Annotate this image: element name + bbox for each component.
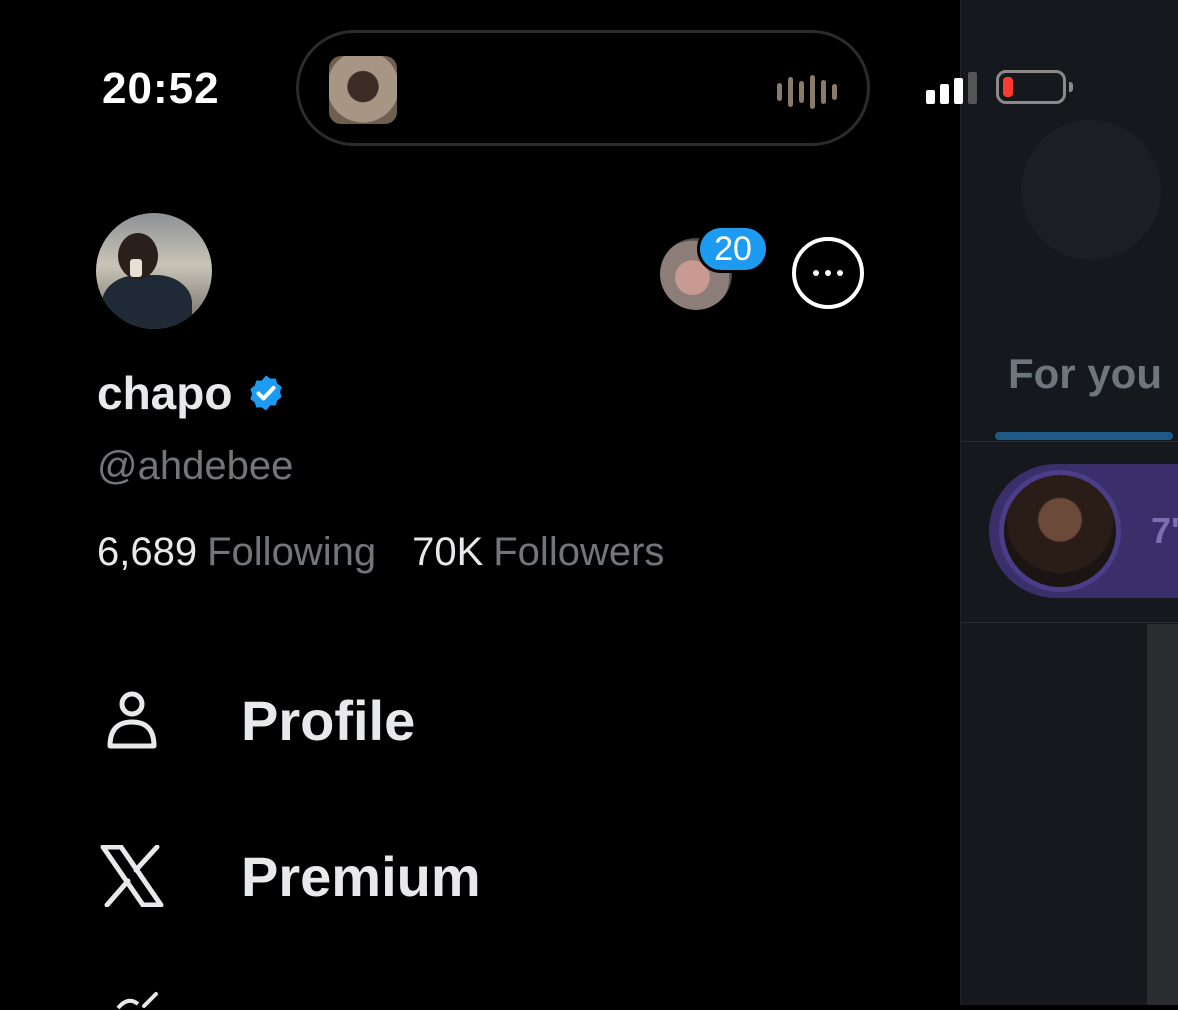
menu-item-label: Premium	[241, 844, 481, 908]
menu-item-label: Profile	[241, 688, 416, 752]
space-host-avatar[interactable]	[999, 470, 1121, 592]
now-playing-artwork[interactable]	[329, 56, 397, 124]
tab-for-you[interactable]: For you	[1008, 350, 1162, 398]
account-name-row[interactable]: chapo	[97, 366, 286, 420]
space-listener-count: 7'	[1151, 510, 1178, 551]
status-time: 20:52	[102, 64, 220, 113]
dynamic-island[interactable]	[296, 30, 870, 146]
person-icon	[96, 684, 168, 756]
battery-level	[1003, 77, 1013, 97]
follow-stats: 6,689 Following 70K Followers	[97, 530, 664, 575]
followers-label: Followers	[493, 530, 665, 574]
user-handle: @ahdebee	[97, 444, 294, 488]
more-options-icon	[796, 241, 860, 305]
followers-count: 70K	[412, 530, 484, 574]
battery-icon	[996, 70, 1073, 104]
profile-avatar[interactable]	[96, 213, 212, 329]
divider	[961, 622, 1178, 623]
cellular-signal-icon	[926, 72, 977, 104]
more-accounts-button[interactable]	[792, 237, 864, 309]
following-label: Following	[207, 530, 377, 574]
followers-link[interactable]: 70K Followers	[412, 530, 664, 575]
verified-badge-icon	[250, 375, 283, 411]
tab-active-indicator	[995, 432, 1173, 440]
audio-waveform-icon	[777, 75, 837, 109]
next-menu-icon	[116, 992, 158, 1010]
feed-header-avatar	[1021, 120, 1161, 260]
following-link[interactable]: 6,689 Following	[97, 530, 376, 575]
divider	[961, 441, 1178, 442]
following-count: 6,689	[97, 530, 198, 574]
notification-count-badge: 20	[697, 225, 769, 273]
menu-item-profile[interactable]: Profile	[96, 680, 415, 760]
display-name: chapo	[97, 367, 233, 419]
menu-item-premium[interactable]: Premium	[96, 836, 481, 916]
home-feed-preview[interactable]: For you 7'	[960, 0, 1178, 1005]
x-logo-icon	[96, 840, 168, 912]
post-media-image[interactable]	[1147, 624, 1178, 1005]
